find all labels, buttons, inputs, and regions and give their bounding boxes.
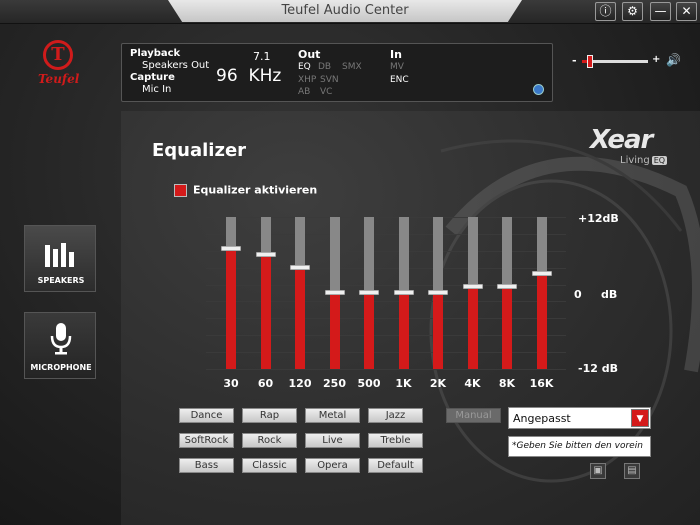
minimize-icon[interactable]: — [650,2,671,21]
eq-band-slider-handle[interactable] [462,283,483,289]
volume-plus[interactable]: + [652,54,660,65]
xear-wordmark: Xear [590,125,653,155]
eq-band-fill [364,293,374,369]
out-label: Out [298,48,321,61]
preset-button-jazz[interactable]: Jazz [368,408,423,423]
sample-rate-value: 96 [216,66,238,86]
speakers-icon [45,243,74,267]
eq-band-frequency-label: 16K [529,377,554,390]
xear-eq-badge: EQ [651,156,668,165]
equalizer-activate-label: Equalizer aktivieren [193,183,318,197]
nav-speakers-button[interactable]: SPEAKERS [24,225,96,292]
eq-band-fill [295,267,305,369]
eq-band-slider-handle[interactable] [324,290,345,295]
out-item-vc: VC [320,87,333,97]
eq-band-slider-handle[interactable] [359,290,379,295]
preset-button-treble[interactable]: Treble [368,433,423,448]
db-label-mid-unit: dB [601,288,618,301]
in-label: In [390,48,402,61]
eq-band-fill [433,293,443,369]
speaker-volume-icon: 🔊 [666,53,681,67]
out-item-svn: SVN [320,75,339,85]
preset-button-softrock[interactable]: SoftRock [179,433,234,448]
microphone-icon [50,323,72,355]
channel-config: 7.1 [253,50,271,63]
volume-slider-handle[interactable] [586,55,593,68]
preset-select-value: Angepasst [513,412,571,425]
eq-band-fill [260,255,271,369]
capture-label: Capture [130,72,175,83]
eq-band-slider-handle[interactable] [428,290,448,295]
eq-band-slider-handle[interactable] [497,283,517,289]
checkbox-box[interactable] [174,183,187,197]
out-item-eq: EQ [298,62,311,72]
playback-device: Speakers Out [142,60,210,71]
volume-control[interactable]: - + 🔊 [572,53,687,70]
preset-button-default[interactable]: Default [368,458,423,473]
eq-band-slider-handle[interactable] [290,264,310,270]
status-panel: Playback Speakers Out Capture Mic In 7.1… [121,43,553,102]
window-title: Teufel Audio Center [281,3,409,18]
sample-rate-unit: KHz [248,66,282,86]
in-item-mv: MV [390,62,404,72]
eq-band-slider-handle[interactable] [531,271,552,276]
sample-rate: 96 KHz [216,66,281,86]
preset-name-hint[interactable]: *Geben Sie bitten den vorein [508,436,651,457]
xear-living-eq-logo: Xear Living EQ [590,125,680,170]
close-icon[interactable]: ✕ [676,2,697,21]
out-item-xhp: XHP [298,75,317,85]
nav-speakers-label: SPEAKERS [37,276,85,285]
preset-button-metal[interactable]: Metal [305,408,360,423]
chevron-down-icon[interactable]: ▼ [631,409,649,427]
teufel-logo: T Teufel [38,40,80,96]
title-bar[interactable]: Teufel Audio Center ⓘ ⚙ — ✕ [0,0,700,24]
eq-band-fill [329,293,340,369]
preset-select[interactable]: Angepasst ▼ [508,407,651,429]
refresh-icon[interactable] [533,84,544,95]
save-icon[interactable]: ▣ [590,463,606,479]
out-item-db: DB [318,62,332,72]
app-window: Teufel Audio Center ⓘ ⚙ — ✕ T Teufel Pla… [0,0,700,525]
preset-button-dance[interactable]: Dance [179,408,234,423]
teufel-wordmark: Teufel [38,72,80,86]
eq-band-fill [226,248,236,369]
nav-microphone-label: MICROPHONE [30,363,92,372]
eq-band-slider-handle[interactable] [255,252,276,257]
eq-gridline [206,369,566,370]
eq-band-slider-handle[interactable] [393,290,414,295]
xear-sub: Living [620,155,650,166]
eq-band-fill [502,286,512,369]
equalizer-activate-checkbox[interactable]: Equalizer aktivieren [174,183,317,197]
preset-button-opera[interactable]: Opera [305,458,360,473]
eq-band-slider-handle[interactable] [221,245,241,251]
trash-icon[interactable]: ▤ [624,463,640,479]
eq-band-fill [467,286,478,369]
equalizer-title: Equalizer [152,140,247,161]
preset-button-rock[interactable]: Rock [242,433,297,448]
out-item-ab: AB [298,87,311,97]
preset-button-live[interactable]: Live [305,433,360,448]
gear-icon[interactable]: ⚙ [622,2,643,21]
out-item-smx: SMX [342,62,362,72]
db-label-mid: 0 [574,288,582,301]
eq-band-fill [398,293,409,369]
teufel-mark: T [43,40,73,70]
playback-label: Playback [130,48,181,59]
in-item-enc: ENC [390,75,409,85]
eq-band-fill [536,274,547,369]
preset-button-rap[interactable]: Rap [242,408,297,423]
capture-device: Mic In [142,84,172,95]
db-label-top: +12dB [578,212,619,225]
manual-button[interactable]: Manual [446,408,501,423]
info-icon[interactable]: ⓘ [595,2,616,21]
db-label-bottom: -12 dB [578,362,618,375]
preset-button-bass[interactable]: Bass [179,458,234,473]
volume-minus[interactable]: - [572,54,577,67]
nav-microphone-button[interactable]: MICROPHONE [24,312,96,379]
preset-button-classic[interactable]: Classic [242,458,297,473]
